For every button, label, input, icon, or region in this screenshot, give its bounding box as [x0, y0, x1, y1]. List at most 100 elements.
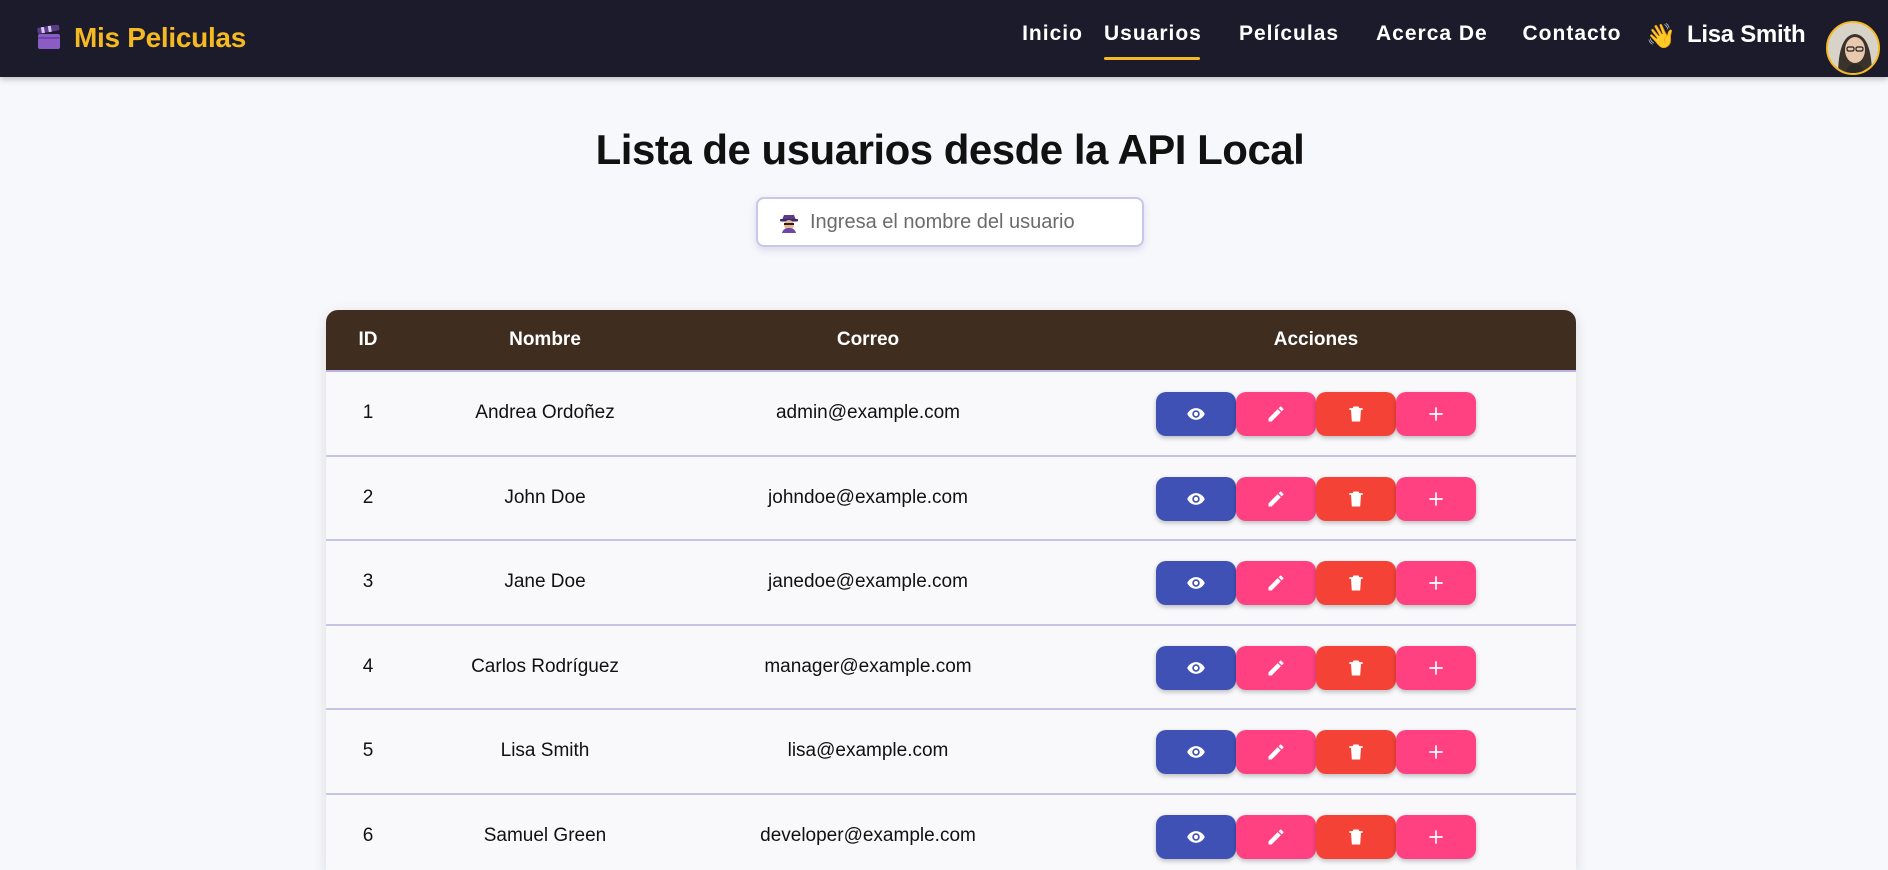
cell-email: lisa@example.com — [680, 710, 1056, 792]
trash-icon — [1346, 658, 1366, 678]
add-button[interactable] — [1396, 561, 1476, 605]
page-title: Lista de usuarios desde la API Local — [0, 126, 1888, 174]
cell-email: developer@example.com — [680, 795, 1056, 870]
column-header-name[interactable]: Nombre — [410, 310, 680, 370]
plus-icon — [1426, 658, 1446, 678]
user-avatar-image — [1828, 23, 1880, 75]
cell-id: 5 — [326, 710, 410, 792]
row-actions — [1156, 392, 1476, 436]
trash-icon — [1346, 742, 1366, 762]
user-name: Lisa Smith — [1687, 21, 1805, 49]
plus-icon — [1426, 489, 1446, 509]
view-button[interactable] — [1156, 561, 1236, 605]
cell-id: 2 — [326, 457, 410, 539]
brand-title: Mis Peliculas — [74, 22, 246, 54]
table-row: 4 Carlos Rodríguez manager@example.com — [326, 626, 1576, 711]
add-button[interactable] — [1396, 815, 1476, 859]
table-row: 5 Lisa Smith lisa@example.com — [326, 710, 1576, 795]
plus-icon — [1426, 827, 1446, 847]
users-table: ID Nombre Correo Acciones 1 Andrea Ordoñ… — [326, 310, 1576, 870]
column-header-actions: Acciones — [1056, 310, 1576, 370]
column-header-email[interactable]: Correo — [680, 310, 1056, 370]
detective-icon — [778, 211, 800, 233]
cell-id: 3 — [326, 541, 410, 623]
delete-button[interactable] — [1316, 646, 1396, 690]
cell-name: Carlos Rodríguez — [410, 626, 680, 708]
pencil-icon — [1266, 573, 1286, 593]
nav-item-usuarios[interactable]: Usuarios — [1104, 22, 1200, 52]
cell-name: John Doe — [410, 457, 680, 539]
eye-icon — [1186, 827, 1206, 847]
row-actions — [1156, 730, 1476, 774]
delete-button[interactable] — [1316, 730, 1396, 774]
eye-icon — [1186, 404, 1206, 424]
cell-id: 4 — [326, 626, 410, 708]
column-header-id[interactable]: ID — [326, 310, 410, 370]
pencil-icon — [1266, 827, 1286, 847]
edit-button[interactable] — [1236, 730, 1316, 774]
pencil-icon — [1266, 489, 1286, 509]
eye-icon — [1186, 573, 1206, 593]
edit-button[interactable] — [1236, 646, 1316, 690]
trash-icon — [1346, 827, 1366, 847]
view-button[interactable] — [1156, 815, 1236, 859]
brand-logo[interactable]: Mis Peliculas — [36, 20, 246, 56]
avatar[interactable] — [1826, 21, 1880, 75]
pencil-icon — [1266, 658, 1286, 678]
nav-item-peliculas[interactable]: Películas — [1239, 22, 1339, 52]
cell-email: johndoe@example.com — [680, 457, 1056, 539]
add-button[interactable] — [1396, 646, 1476, 690]
nav-item-inicio[interactable]: Inicio — [1006, 22, 1099, 52]
table-row: 2 John Doe johndoe@example.com — [326, 457, 1576, 542]
view-button[interactable] — [1156, 730, 1236, 774]
row-actions — [1156, 815, 1476, 859]
add-button[interactable] — [1396, 477, 1476, 521]
delete-button[interactable] — [1316, 477, 1396, 521]
pencil-icon — [1266, 742, 1286, 762]
top-navbar: Mis Peliculas Inicio Usuarios Películas … — [0, 0, 1888, 77]
eye-icon — [1186, 658, 1206, 678]
trash-icon — [1346, 404, 1366, 424]
waving-hand-icon: 👋 — [1646, 22, 1676, 51]
search-box — [756, 197, 1144, 247]
plus-icon — [1426, 573, 1446, 593]
cell-name: Lisa Smith — [410, 710, 680, 792]
cell-email: manager@example.com — [680, 626, 1056, 708]
row-actions — [1156, 477, 1476, 521]
delete-button[interactable] — [1316, 815, 1396, 859]
row-actions — [1156, 646, 1476, 690]
nav-item-contacto[interactable]: Contacto — [1522, 22, 1622, 52]
nav-item-acerca-de[interactable]: Acerca De — [1376, 22, 1486, 52]
view-button[interactable] — [1156, 477, 1236, 521]
clapperboard-icon — [36, 25, 62, 51]
table-row: 3 Jane Doe janedoe@example.com — [326, 541, 1576, 626]
edit-button[interactable] — [1236, 477, 1316, 521]
cell-id: 6 — [326, 795, 410, 870]
cell-name: Jane Doe — [410, 541, 680, 623]
add-button[interactable] — [1396, 392, 1476, 436]
edit-button[interactable] — [1236, 561, 1316, 605]
cell-email: janedoe@example.com — [680, 541, 1056, 623]
row-actions — [1156, 561, 1476, 605]
trash-icon — [1346, 489, 1366, 509]
edit-button[interactable] — [1236, 815, 1316, 859]
table-body: 1 Andrea Ordoñez admin@example.com 2 Joh… — [326, 372, 1576, 870]
view-button[interactable] — [1156, 646, 1236, 690]
table-row: 6 Samuel Green developer@example.com — [326, 795, 1576, 870]
cell-id: 1 — [326, 372, 410, 454]
plus-icon — [1426, 742, 1446, 762]
table-header: ID Nombre Correo Acciones — [326, 310, 1576, 372]
trash-icon — [1346, 573, 1366, 593]
delete-button[interactable] — [1316, 561, 1396, 605]
add-button[interactable] — [1396, 730, 1476, 774]
edit-button[interactable] — [1236, 392, 1316, 436]
view-button[interactable] — [1156, 392, 1236, 436]
plus-icon — [1426, 404, 1446, 424]
search-input[interactable] — [810, 211, 1142, 234]
table-row: 1 Andrea Ordoñez admin@example.com — [326, 372, 1576, 457]
delete-button[interactable] — [1316, 392, 1396, 436]
pencil-icon — [1266, 404, 1286, 424]
eye-icon — [1186, 742, 1206, 762]
cell-name: Samuel Green — [410, 795, 680, 870]
cell-email: admin@example.com — [680, 372, 1056, 454]
